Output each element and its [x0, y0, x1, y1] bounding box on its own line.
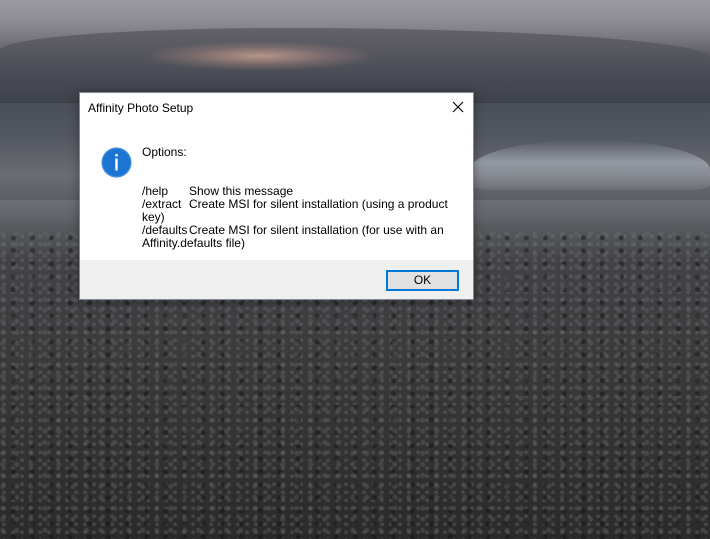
close-button[interactable] [443, 93, 473, 122]
dialog-title: Affinity Photo Setup [88, 101, 194, 115]
close-icon [452, 101, 464, 113]
ok-button[interactable]: OK [386, 270, 459, 291]
dialog-titlebar[interactable]: Affinity Photo Setup [80, 93, 473, 122]
wallpaper-sun-glow [150, 42, 370, 70]
option-description-continued: Affinity.defaults file) [142, 236, 245, 250]
options-heading: Options: [142, 145, 187, 159]
option-row-extract: /extract Create MSI for silent installat… [142, 198, 462, 211]
dialog-footer: OK [80, 260, 473, 299]
info-icon [101, 147, 132, 178]
setup-dialog: Affinity Photo Setup Options: /help Show… [79, 92, 474, 300]
dialog-message: Options: /help Show this message /extrac… [142, 146, 462, 250]
option-description: Create MSI for silent installation (usin… [189, 197, 448, 211]
